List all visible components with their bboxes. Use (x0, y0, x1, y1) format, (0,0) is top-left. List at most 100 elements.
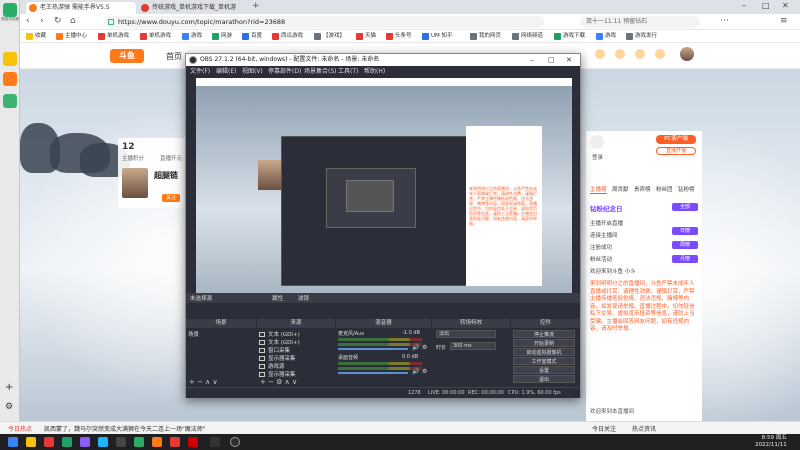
maximize-icon[interactable]: □ (762, 1, 770, 10)
speaker-icon[interactable]: 🔊 (412, 344, 419, 351)
user-avatar-icon[interactable] (590, 135, 604, 149)
start-live-button[interactable]: 直播开播 (656, 147, 696, 155)
user-avatar[interactable] (680, 47, 694, 61)
transition-select[interactable]: 淡出 (436, 330, 496, 338)
history-icon[interactable] (615, 49, 625, 59)
stop-streaming-button[interactable]: 停止推流 (513, 330, 575, 338)
bookmark-item[interactable]: 主播中心 (56, 32, 87, 41)
properties-button[interactable]: 属性 (272, 294, 283, 302)
source-item[interactable]: 显示器采集 (259, 370, 296, 378)
notes-icon[interactable] (3, 52, 17, 66)
source-item[interactable]: 显示器采集 (259, 354, 296, 362)
bookmark-item[interactable]: 百度 (242, 32, 262, 41)
bookmark-item[interactable]: 游戏下载 (554, 32, 585, 41)
menu-view[interactable]: 视图(V) (242, 67, 263, 76)
app-icon[interactable] (116, 437, 126, 447)
download-icon[interactable] (595, 49, 605, 59)
settings-button[interactable]: 设置 (513, 366, 575, 374)
menu-help[interactable]: 帮助(H) (364, 67, 385, 76)
source-item[interactable]: 文本 (GDI+) (259, 338, 300, 346)
menu-tools[interactable]: 工具(T) (338, 67, 358, 76)
back-icon[interactable]: ‹ (26, 16, 30, 26)
bookmark-item[interactable]: 西瓜游戏 (272, 32, 303, 41)
obs-preview[interactable]: 来到明明分之的直播间，斗鱼严禁未成年人直播或打赏，请理性消费，谨慎打赏，严禁主播… (196, 78, 572, 293)
news-right-1[interactable]: 今日关注 (592, 424, 616, 433)
bookmark-item[interactable]: 头条号 (386, 32, 412, 41)
extensions-icon[interactable]: ⋯ (720, 16, 729, 26)
scene-item[interactable]: 场景 (188, 330, 199, 338)
bookmark-item[interactable]: 游戏发行 (626, 32, 657, 41)
menu-icon[interactable]: ≡ (780, 16, 788, 26)
bookmark-item[interactable]: 单机游戏 (98, 32, 129, 41)
new-tab-button[interactable]: + (252, 1, 260, 11)
filters-button[interactable]: 滤镜 (298, 294, 309, 302)
menu-docks[interactable]: 停靠部件(D) (268, 67, 301, 76)
news-right-2[interactable]: 热点资讯 (632, 424, 656, 433)
duration-input[interactable]: 300 ms (450, 342, 496, 350)
tab-vip[interactable]: 贵宾榜 (634, 185, 651, 193)
bookmark-item[interactable]: 【游戏】 (314, 32, 345, 41)
tab-second[interactable]: 传统游戏_单机游戏下载_单机游 (138, 2, 248, 14)
bookmark-item[interactable]: 收藏 (26, 32, 46, 41)
app-icon[interactable] (98, 437, 108, 447)
obs-maximize-icon[interactable]: □ (548, 54, 555, 66)
exit-button[interactable]: 退出 (513, 375, 575, 383)
bookmark-item[interactable]: 网游 (212, 32, 232, 41)
login-label[interactable]: 登录 (592, 153, 603, 161)
tab-host-rank[interactable]: 主播榜 (590, 185, 607, 194)
badge-month[interactable]: 月榜 (672, 255, 698, 263)
message-icon[interactable] (635, 49, 645, 59)
source-item[interactable]: 窗口采集 (259, 346, 290, 354)
channel-settings-icon[interactable]: ⚙ (422, 344, 427, 351)
menu-file[interactable]: 文件(F) (190, 67, 210, 76)
folder-icon[interactable] (26, 437, 36, 447)
bookmark-item[interactable]: 我的网页 (470, 32, 501, 41)
minimize-icon[interactable]: – (742, 1, 746, 10)
bookmark-item[interactable]: 网络频道 (512, 32, 543, 41)
bookmark-item[interactable]: UM 知乎 (422, 32, 453, 41)
site-logo[interactable]: 斗鱼 (110, 49, 144, 63)
badge-week[interactable]: 周榜 (672, 241, 698, 249)
follow-icon[interactable] (655, 49, 665, 59)
scenes-list[interactable]: 场景 (186, 328, 256, 378)
forward-icon[interactable]: › (40, 16, 44, 26)
app-icon[interactable] (44, 437, 54, 447)
app-icon[interactable] (80, 437, 90, 447)
app-icon[interactable] (210, 437, 220, 447)
speaker-icon[interactable]: 🔊 (412, 368, 419, 375)
source-item[interactable]: 游戏源 (259, 362, 285, 370)
start-icon[interactable] (8, 437, 18, 447)
bookmark-item[interactable]: 游戏 (182, 32, 202, 41)
virtual-camera-button[interactable]: 启动虚拟摄像机 (513, 348, 575, 356)
app-icon[interactable] (188, 437, 198, 447)
bookmark-item[interactable]: 游戏 (596, 32, 616, 41)
studio-mode-button[interactable]: 工作室模式 (513, 357, 575, 365)
news-headline[interactable]: 凯西蒙了，魏马尔突然变成大满狮在今天二连上一场"魔法师" (44, 424, 206, 433)
channel-settings-icon[interactable]: ⚙ (422, 368, 427, 375)
settings-icon[interactable]: ⚙ (5, 402, 13, 412)
app-icon[interactable] (134, 437, 144, 447)
menu-edit[interactable]: 编辑(E) (216, 67, 236, 76)
obs-close-icon[interactable]: ✕ (566, 54, 572, 66)
follow-button[interactable]: 关注 (162, 194, 180, 202)
bookmark-item[interactable]: 天猫 (356, 32, 376, 41)
obs-taskbar-icon[interactable] (230, 437, 240, 447)
refresh-icon[interactable]: ↻ (54, 16, 62, 26)
orange-app-icon[interactable] (3, 72, 17, 86)
menu-scene-collection[interactable]: 场景集合(S) (304, 67, 337, 76)
tab-diamond[interactable]: 钻粉榜 (678, 185, 695, 193)
app-icon[interactable] (152, 437, 162, 447)
search-input[interactable]: 双十一11.11 预留钻石 (580, 16, 700, 28)
green-app-icon[interactable] (3, 94, 17, 108)
url-input[interactable]: https://www.douyu.com/topic/marathon?rid… (104, 16, 544, 28)
home-icon[interactable]: ⌂ (70, 16, 76, 26)
start-recording-button[interactable]: 开始录制 (513, 339, 575, 347)
tab-active[interactable]: 老王热游弹 需能手界V5.5 (26, 2, 136, 14)
nav-home[interactable]: 首页 (166, 51, 182, 62)
sources-list[interactable]: 文本 (GDI+) 文本 (GDI+) 窗口采集 显示器采集 游戏源 显示器采集 (257, 328, 335, 378)
bookmark-item[interactable]: 单机游戏 (140, 32, 171, 41)
badge-all[interactable]: 全部 (672, 203, 698, 211)
streamer-name[interactable]: 超腿链 (154, 170, 178, 181)
tab-week[interactable]: 周贡献 (612, 185, 629, 193)
add-icon[interactable]: + (5, 382, 13, 393)
